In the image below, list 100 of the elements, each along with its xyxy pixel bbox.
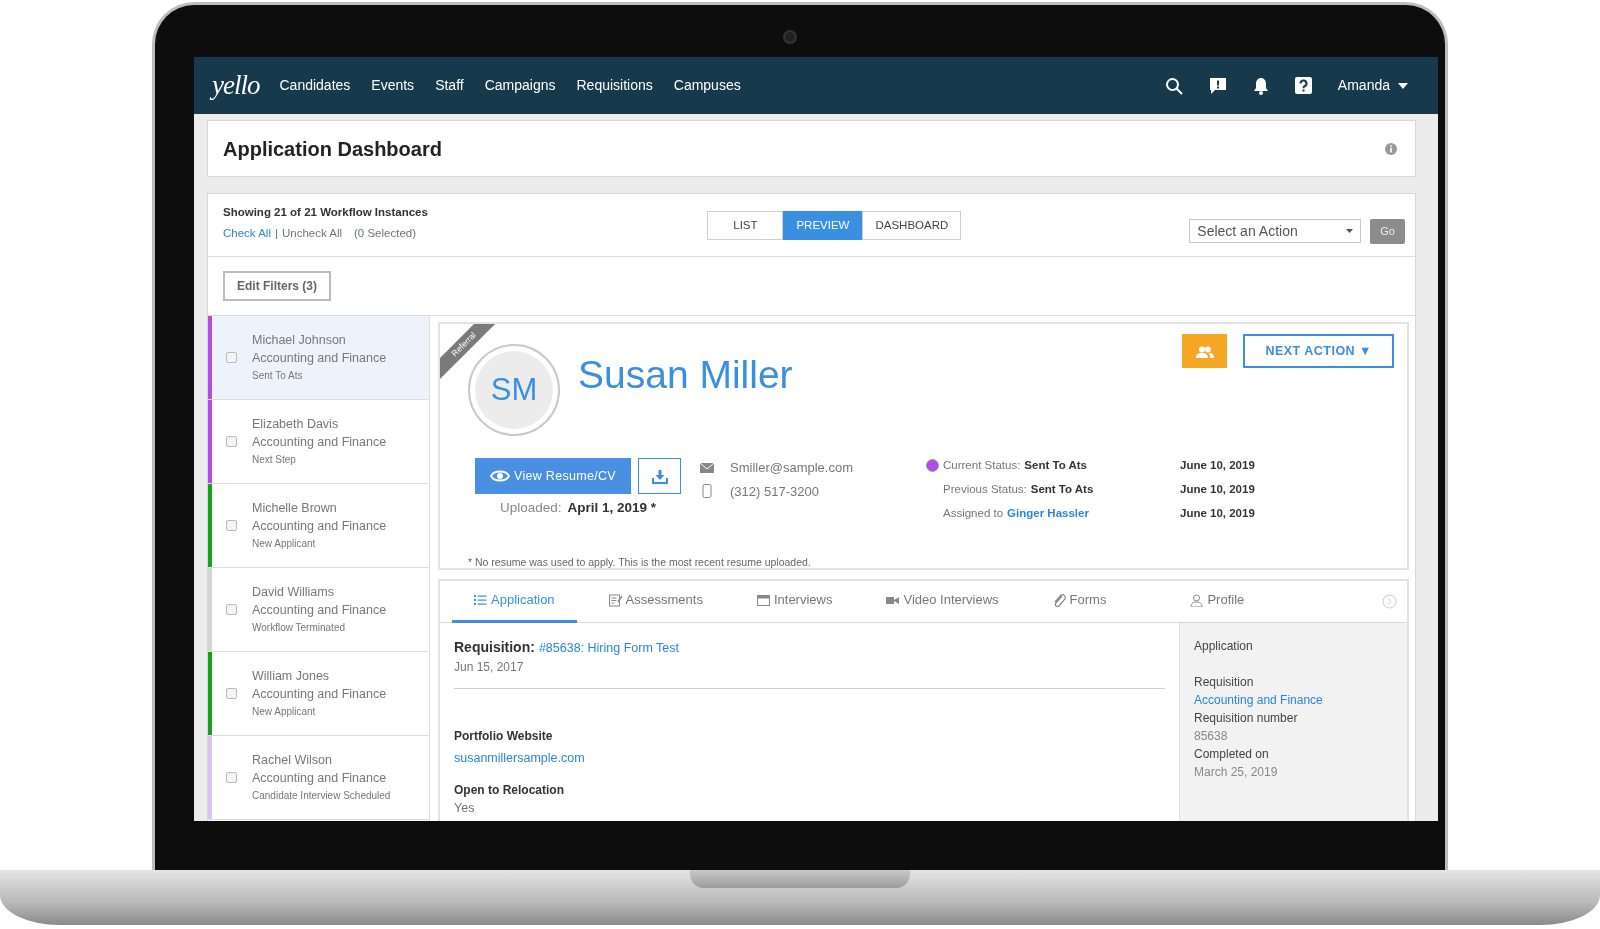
- status-date: June 10, 2019: [1180, 482, 1255, 497]
- status-label: Assigned to: [943, 506, 1004, 521]
- section-tab[interactable]: Forms: [1030, 580, 1129, 623]
- sidebar-label: Requisition: [1194, 674, 1255, 691]
- avatar-initials: SM: [475, 351, 553, 429]
- action-select[interactable]: Select an Action: [1189, 219, 1362, 244]
- candidate-item[interactable]: William Jones Accounting and Finance New Applicant: [208, 652, 429, 736]
- edit-filters-button[interactable]: Edit Filters (3): [223, 271, 331, 301]
- next-action-button[interactable]: NEXT ACTION ▼: [1243, 334, 1394, 368]
- candidate-status: Workflow Terminated: [252, 620, 345, 635]
- candidate-item[interactable]: Elizabeth Davis Accounting and Finance Next Step: [208, 400, 429, 484]
- sidebar-value: March 25, 2019: [1194, 764, 1279, 781]
- section-tab[interactable]: Application: [452, 580, 577, 623]
- sidebar-label: Completed on: [1194, 746, 1270, 763]
- requisition-date: Jun 15, 2017: [454, 659, 525, 676]
- requisition-link[interactable]: #85638: Hiring Form Test: [538, 639, 679, 658]
- separator-text: |: [274, 226, 278, 242]
- checkbox[interactable]: [226, 436, 237, 447]
- nav-link[interactable]: Campaigns: [484, 75, 556, 96]
- help-icon[interactable]: [1294, 77, 1312, 94]
- checkbox[interactable]: [226, 520, 237, 531]
- caret-icon: [1398, 82, 1408, 89]
- people-icon: [1195, 345, 1214, 358]
- view-tab[interactable]: PREVIEW: [783, 211, 863, 241]
- field-label: Open to Relocation: [454, 782, 565, 799]
- info-icon[interactable]: [1385, 142, 1397, 155]
- assignee-link[interactable]: Ginger Hassler: [1007, 501, 1089, 525]
- candidate-name: Elizabeth Davis: [252, 415, 339, 433]
- check-all-link[interactable]: Check All: [223, 225, 271, 243]
- nav-link[interactable]: Candidates: [279, 75, 351, 96]
- candidate-name: Michelle Brown: [252, 499, 337, 517]
- instances-count: Showing 21 of 21 Workflow Instances: [223, 205, 428, 220]
- pencil-note-icon: [608, 593, 622, 607]
- resume-note: * No resume was used to apply. This is the most recent resume uploaded.: [468, 555, 812, 570]
- section-tab[interactable]: Video Interviews: [864, 580, 1021, 623]
- candidate-item[interactable]: Rachel Wilson Accounting and Finance Candidate Interview Scheduled: [208, 736, 429, 820]
- status-value: Sent To Ats: [1024, 458, 1087, 473]
- mobile-phone-icon: [700, 484, 714, 499]
- candidate-status: New Applicant: [252, 536, 316, 551]
- view-resume-button[interactable]: View Resume/CV: [475, 458, 631, 494]
- candidate-status: New Applicant: [252, 704, 316, 719]
- field-value: Yes: [454, 800, 476, 817]
- search-icon[interactable]: [1164, 76, 1183, 95]
- candidate-department: Accounting and Finance: [252, 769, 387, 787]
- calendar-icon: [756, 593, 770, 607]
- message-alert-icon[interactable]: [1208, 76, 1227, 95]
- sidebar-heading: Application: [1194, 638, 1254, 655]
- candidate-name: Rachel Wilson: [252, 751, 332, 769]
- status-date: June 10, 2019: [1180, 458, 1255, 473]
- section-tab[interactable]: Assessments: [586, 580, 725, 623]
- status-label: Current Status:: [943, 458, 1021, 473]
- person-icon: [1190, 593, 1204, 607]
- candidate-name: Michael Johnson: [252, 331, 346, 349]
- candidate-department: Accounting and Finance: [252, 433, 387, 451]
- section-tab[interactable]: Profile: [1168, 580, 1267, 623]
- team-button[interactable]: [1182, 334, 1228, 368]
- view-tab[interactable]: LIST: [707, 211, 784, 241]
- checkbox[interactable]: [226, 604, 237, 615]
- nav-link[interactable]: Requisitions: [576, 75, 653, 96]
- uncheck-all-link[interactable]: Uncheck All: [281, 225, 343, 243]
- bell-icon[interactable]: [1252, 76, 1269, 95]
- nav-link[interactable]: Events: [371, 75, 415, 96]
- candidate-item[interactable]: Michael Johnson Accounting and Finance Sent To Ats: [208, 316, 429, 400]
- checkbox[interactable]: [226, 352, 237, 363]
- status-label: Previous Status:: [943, 482, 1027, 497]
- candidate-department: Accounting and Finance: [252, 517, 387, 535]
- eye-icon: [490, 470, 511, 482]
- candidate-department: Accounting and Finance: [252, 349, 387, 367]
- camera-dot: [783, 30, 797, 44]
- section-tab[interactable]: Interviews: [734, 580, 855, 623]
- caret-icon: [1346, 229, 1354, 234]
- brand-logo[interactable]: yello: [212, 65, 260, 106]
- candidate-department: Accounting and Finance: [252, 685, 387, 703]
- checkbox[interactable]: [226, 772, 237, 783]
- list-icon: [474, 593, 487, 607]
- email-text: Smiller@sample.com: [730, 459, 853, 477]
- candidate-item[interactable]: David Williams Accounting and Finance Workflow Terminated: [208, 568, 429, 652]
- candidate-name: William Jones: [252, 667, 330, 685]
- download-icon: [651, 469, 668, 484]
- sidebar-value: 85638: [1194, 728, 1229, 745]
- go-button[interactable]: Go: [1370, 219, 1405, 244]
- field-label: Portfolio Website: [454, 728, 554, 745]
- field-link[interactable]: susanmillersample.com: [454, 751, 585, 765]
- checkbox[interactable]: [226, 688, 237, 699]
- candidate-item[interactable]: Michelle Brown Accounting and Finance New Applicant: [208, 484, 429, 568]
- uploaded-label: Uploaded:: [499, 499, 562, 517]
- nav-link[interactable]: Campuses: [673, 75, 741, 96]
- candidate-full-name: Susan Miller: [578, 352, 794, 398]
- download-button[interactable]: [638, 458, 681, 494]
- user-menu[interactable]: Amanda: [1337, 75, 1408, 96]
- status-value: Sent To Ats: [1030, 482, 1094, 497]
- sidebar-link[interactable]: Accounting and Finance: [1194, 691, 1393, 709]
- view-tab[interactable]: DASHBOARD: [862, 211, 962, 241]
- candidate-status: Next Step: [252, 452, 296, 467]
- sidebar-label: Requisition number: [1194, 710, 1299, 727]
- uploaded-date: April 1, 2019 *: [567, 499, 657, 517]
- candidate-name: David Williams: [252, 583, 334, 601]
- nav-link[interactable]: Staff: [435, 75, 464, 96]
- page-title: Application Dashboard: [223, 136, 443, 162]
- chevron-circle-icon[interactable]: [1382, 594, 1397, 609]
